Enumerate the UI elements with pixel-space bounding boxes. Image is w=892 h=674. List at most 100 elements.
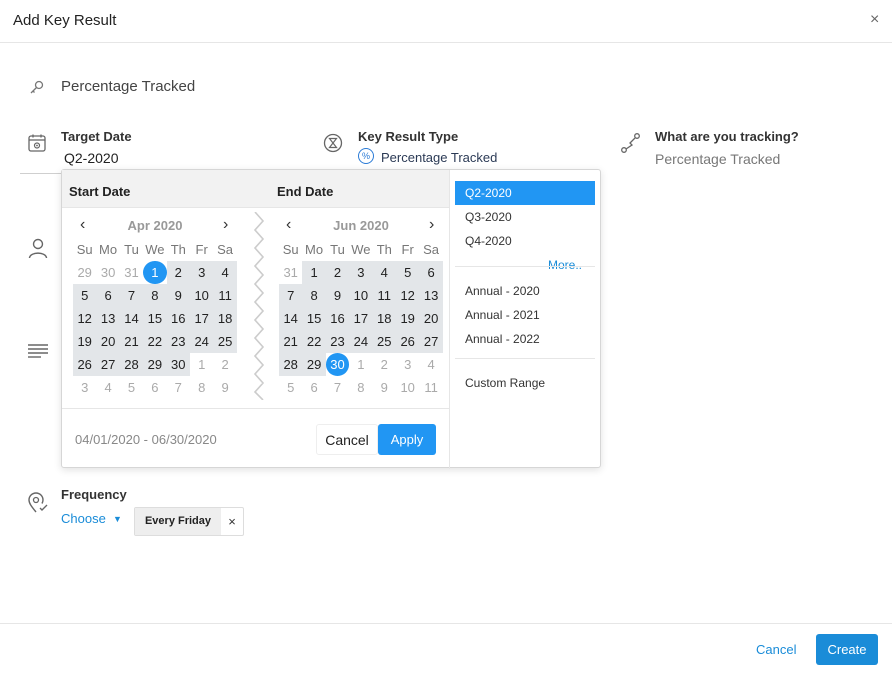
next-month-icon[interactable]: › xyxy=(429,216,434,234)
day-cell[interactable]: 8 xyxy=(302,284,326,307)
day-cell[interactable]: 29 xyxy=(143,353,167,376)
day-cell[interactable]: 23 xyxy=(325,330,350,353)
day-cell[interactable]: 23 xyxy=(166,330,190,353)
day-cell[interactable]: 3 xyxy=(349,261,373,284)
day-cell[interactable]: 8 xyxy=(190,376,213,399)
day-cell[interactable]: 30 xyxy=(96,261,119,284)
day-cell[interactable]: 14 xyxy=(279,307,303,330)
day-cell[interactable]: 10 xyxy=(396,376,419,399)
day-cell[interactable]: 2 xyxy=(213,353,236,376)
day-cell[interactable]: 26 xyxy=(73,353,97,376)
next-month-icon[interactable]: › xyxy=(223,216,228,234)
day-cell[interactable]: 30 xyxy=(325,353,350,376)
day-cell[interactable]: 22 xyxy=(143,330,167,353)
day-cell[interactable]: 8 xyxy=(143,284,167,307)
day-cell[interactable]: 7 xyxy=(279,284,303,307)
preset-q2-2020[interactable]: Q2-2020 xyxy=(455,181,595,205)
day-cell[interactable]: 29 xyxy=(73,261,96,284)
day-cell[interactable]: 26 xyxy=(396,330,420,353)
preset-annual-2022[interactable]: Annual - 2022 xyxy=(455,327,595,351)
day-cell[interactable]: 20 xyxy=(96,330,120,353)
day-cell[interactable]: 7 xyxy=(119,284,144,307)
caret-down-icon[interactable]: ▼ xyxy=(113,514,122,524)
day-cell[interactable]: 12 xyxy=(396,284,420,307)
day-cell[interactable]: 6 xyxy=(419,261,443,284)
day-cell[interactable]: 30 xyxy=(166,353,190,376)
day-cell[interactable]: 4 xyxy=(96,376,119,399)
day-cell[interactable]: 11 xyxy=(419,376,442,399)
day-cell[interactable]: 1 xyxy=(143,261,167,284)
day-cell[interactable]: 4 xyxy=(372,261,396,284)
day-cell[interactable]: 3 xyxy=(190,261,214,284)
day-cell[interactable]: 20 xyxy=(419,307,443,330)
key-result-name[interactable]: Percentage Tracked xyxy=(61,78,195,95)
create-button[interactable]: Create xyxy=(816,634,878,665)
day-cell[interactable]: 9 xyxy=(373,376,396,399)
day-cell[interactable]: 31 xyxy=(120,261,143,284)
day-cell[interactable]: 1 xyxy=(190,353,213,376)
day-cell[interactable]: 19 xyxy=(396,307,420,330)
day-cell[interactable]: 1 xyxy=(349,353,372,376)
preset-annual-2021[interactable]: Annual - 2021 xyxy=(455,303,595,327)
day-cell[interactable]: 25 xyxy=(372,330,396,353)
picker-cancel-button[interactable]: Cancel xyxy=(316,424,378,455)
day-cell[interactable]: 7 xyxy=(326,376,349,399)
day-cell[interactable]: 9 xyxy=(213,376,236,399)
day-cell[interactable]: 2 xyxy=(166,261,190,284)
day-cell[interactable]: 13 xyxy=(96,307,120,330)
day-cell[interactable]: 27 xyxy=(96,353,120,376)
day-cell[interactable]: 6 xyxy=(302,376,325,399)
day-cell[interactable]: 7 xyxy=(167,376,190,399)
day-cell[interactable]: 25 xyxy=(213,330,237,353)
day-cell[interactable]: 22 xyxy=(302,330,326,353)
day-cell[interactable]: 10 xyxy=(190,284,214,307)
preset-q4-2020[interactable]: Q4-2020 xyxy=(455,229,595,253)
tracking-value[interactable]: Percentage Tracked xyxy=(655,151,780,167)
day-cell[interactable]: 18 xyxy=(213,307,237,330)
more-presets-link[interactable]: More.. xyxy=(548,258,582,272)
day-cell[interactable]: 12 xyxy=(73,307,97,330)
remove-tag-icon[interactable]: × xyxy=(221,508,243,535)
day-cell[interactable]: 10 xyxy=(349,284,373,307)
close-icon[interactable]: × xyxy=(870,11,879,29)
day-cell[interactable]: 2 xyxy=(325,261,350,284)
day-cell[interactable]: 5 xyxy=(396,261,420,284)
day-cell[interactable]: 14 xyxy=(119,307,144,330)
day-cell[interactable]: 27 xyxy=(419,330,443,353)
day-cell[interactable]: 17 xyxy=(190,307,214,330)
day-cell[interactable]: 28 xyxy=(119,353,144,376)
day-cell[interactable]: 9 xyxy=(325,284,350,307)
day-cell[interactable]: 15 xyxy=(302,307,326,330)
day-cell[interactable]: 3 xyxy=(73,376,96,399)
day-cell[interactable]: 13 xyxy=(419,284,443,307)
day-cell[interactable]: 11 xyxy=(213,284,237,307)
day-cell[interactable]: 4 xyxy=(213,261,237,284)
day-cell[interactable]: 9 xyxy=(166,284,190,307)
day-cell[interactable]: 8 xyxy=(349,376,372,399)
day-cell[interactable]: 4 xyxy=(419,353,442,376)
target-date-value[interactable]: Q2-2020 xyxy=(64,150,118,166)
day-cell[interactable]: 29 xyxy=(302,353,326,376)
day-cell[interactable]: 16 xyxy=(166,307,190,330)
kr-type-value[interactable]: Percentage Tracked xyxy=(381,150,497,165)
day-cell[interactable]: 15 xyxy=(143,307,167,330)
cancel-button[interactable]: Cancel xyxy=(756,642,796,657)
preset-annual-2020[interactable]: Annual - 2020 xyxy=(455,279,595,303)
day-cell[interactable]: 24 xyxy=(190,330,214,353)
day-cell[interactable]: 19 xyxy=(73,330,97,353)
day-cell[interactable]: 2 xyxy=(373,353,396,376)
frequency-choose-dropdown[interactable]: Choose xyxy=(61,511,106,526)
day-cell[interactable]: 6 xyxy=(96,284,120,307)
day-cell[interactable]: 1 xyxy=(302,261,326,284)
day-cell[interactable]: 16 xyxy=(325,307,350,330)
preset-q3-2020[interactable]: Q3-2020 xyxy=(455,205,595,229)
day-cell[interactable]: 17 xyxy=(349,307,373,330)
day-cell[interactable]: 5 xyxy=(73,284,97,307)
day-cell[interactable]: 6 xyxy=(143,376,166,399)
picker-apply-button[interactable]: Apply xyxy=(378,424,436,455)
day-cell[interactable]: 18 xyxy=(372,307,396,330)
day-cell[interactable]: 28 xyxy=(279,353,303,376)
day-cell[interactable]: 31 xyxy=(279,261,302,284)
day-cell[interactable]: 11 xyxy=(372,284,396,307)
day-cell[interactable]: 21 xyxy=(279,330,303,353)
